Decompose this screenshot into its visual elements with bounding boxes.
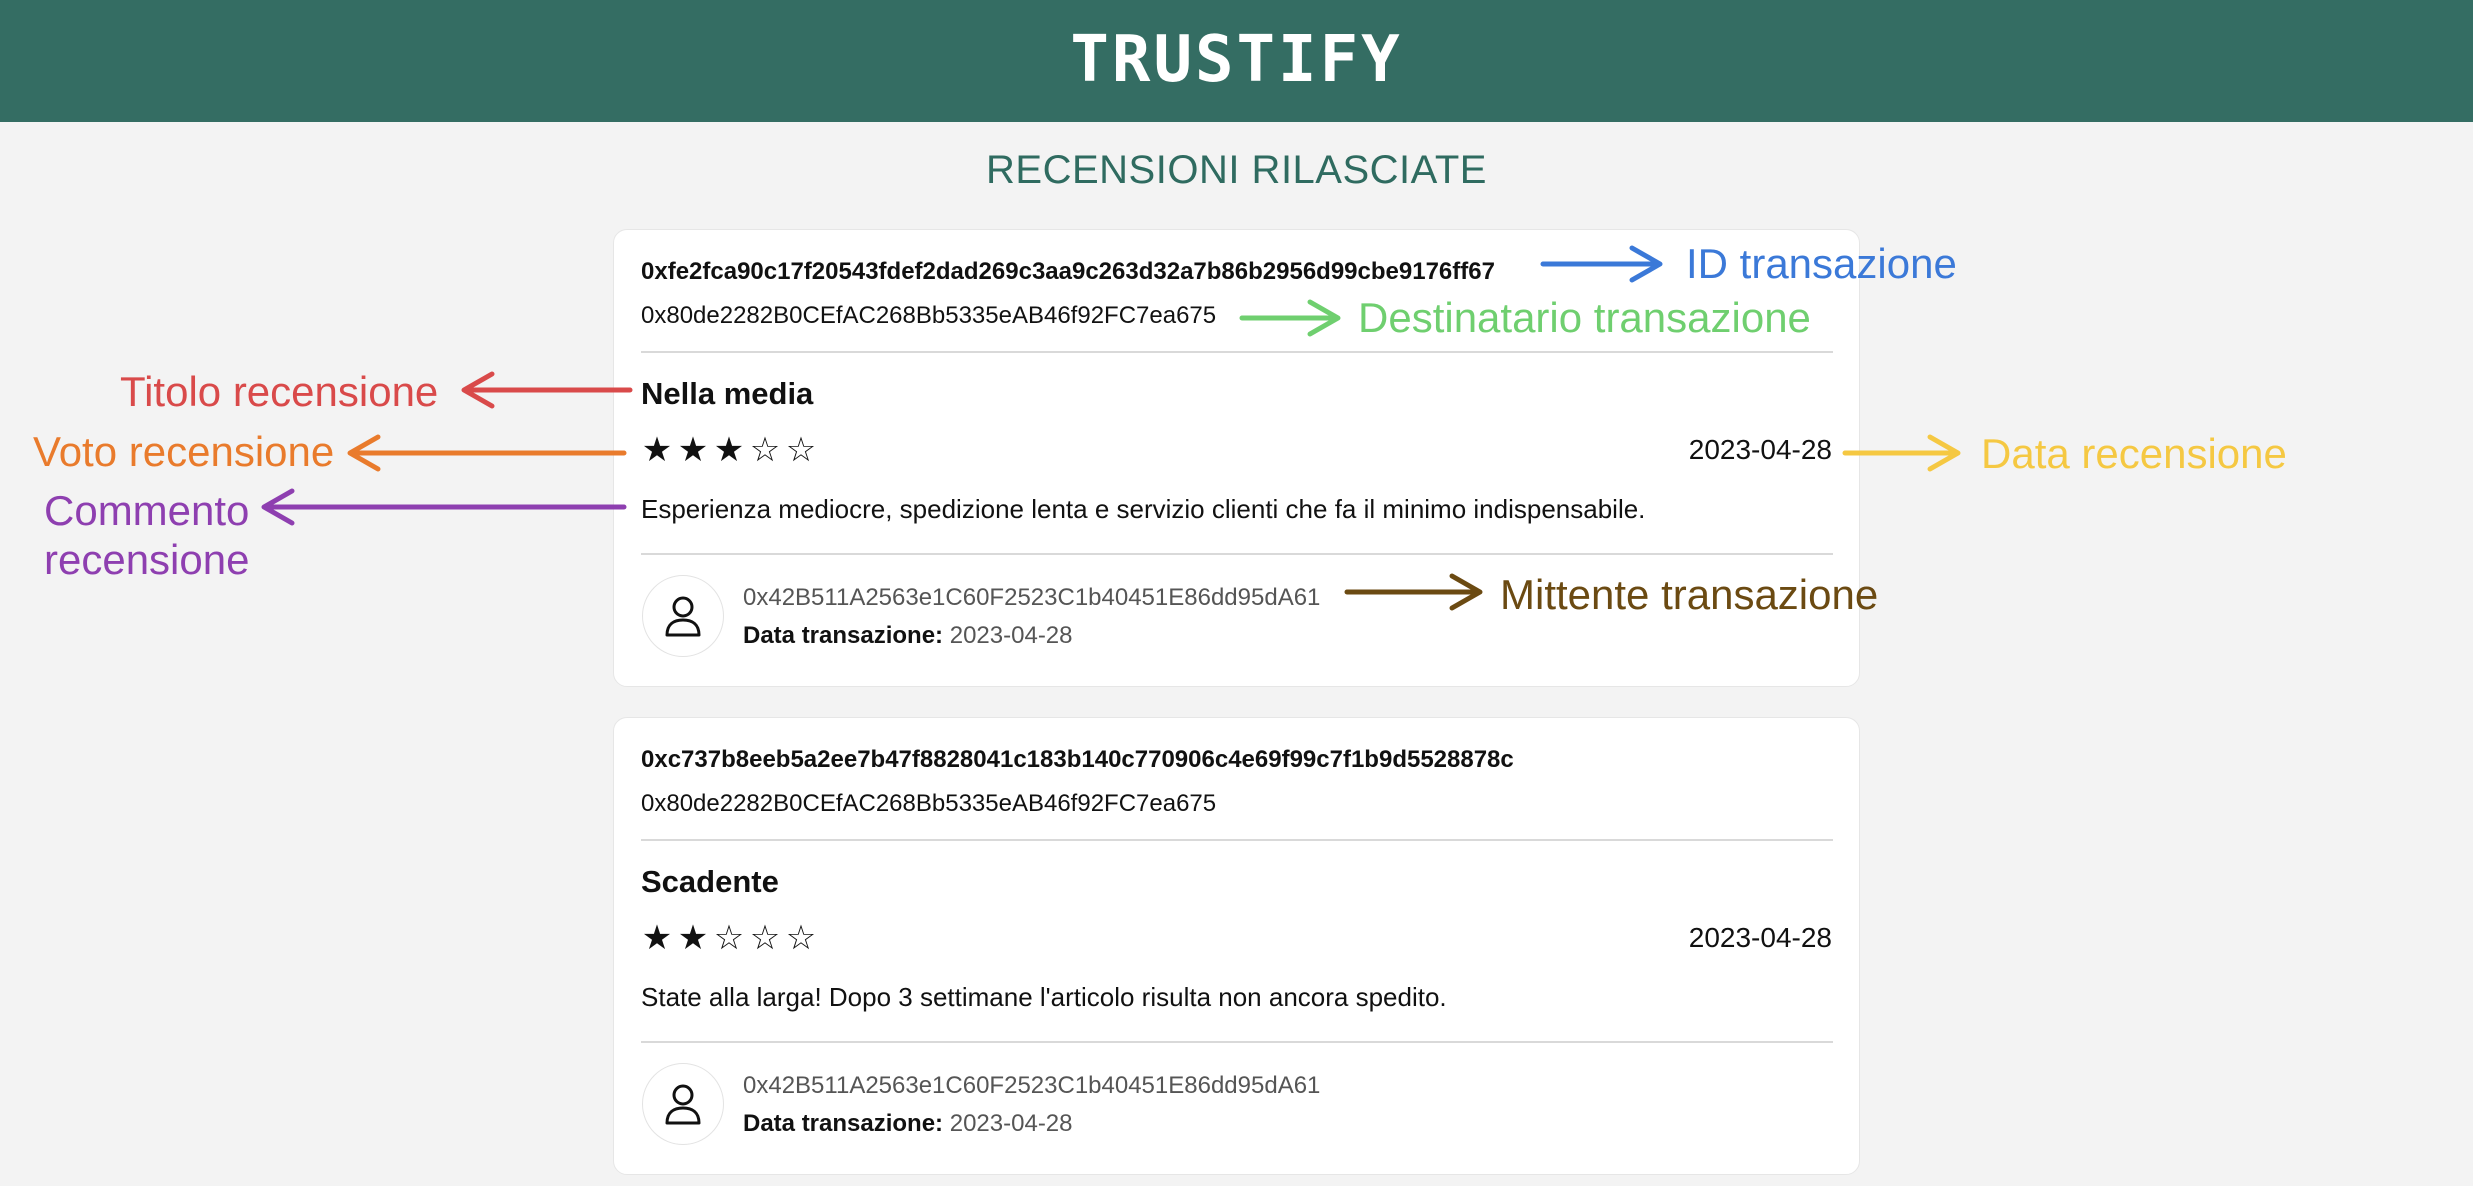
arrow-commento: [261, 488, 627, 526]
annotation-data-recensione: Data recensione: [1981, 430, 2287, 477]
arrow-id-transazione: [1540, 245, 1663, 283]
annotation-id-transazione: ID transazione: [1686, 240, 1957, 287]
arrow-destinatario: [1239, 299, 1341, 337]
annotation-voto: Voto recensione: [33, 428, 335, 475]
annotation-destinatario: Destinatario transazione: [1358, 294, 1811, 341]
annotation-commento-line1: Commento: [44, 487, 250, 534]
arrow-mittente: [1344, 573, 1483, 611]
arrow-titolo: [461, 371, 633, 409]
arrow-voto: [347, 434, 627, 472]
annotation-mittente: Mittente transazione: [1500, 571, 1879, 618]
annotation-titolo: Titolo recensione: [120, 368, 439, 415]
annotation-commento-line2: recensione: [44, 536, 250, 583]
annotation-arrows: [261, 245, 1961, 611]
arrow-data-recensione: [1842, 434, 1961, 472]
